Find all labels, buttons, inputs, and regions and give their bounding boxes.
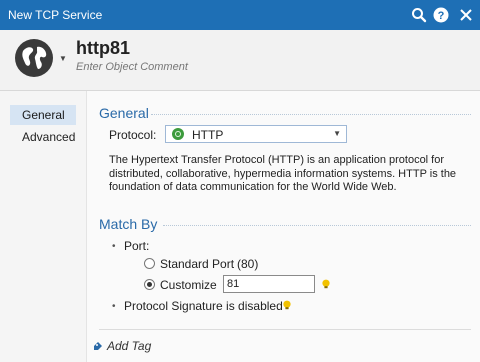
protocol-icon <box>172 128 184 140</box>
chevron-down-icon: ▼ <box>333 129 341 138</box>
section-divider <box>151 114 471 115</box>
lightbulb-icon[interactable] <box>282 300 292 310</box>
protocol-signature-status: Protocol Signature is disabled <box>124 299 283 313</box>
section-divider <box>163 225 471 226</box>
bullet-icon: • <box>112 241 116 252</box>
add-tag-link[interactable]: Add Tag <box>107 339 151 353</box>
title-bar: New TCP Service ? <box>0 0 480 30</box>
customize-port-input[interactable] <box>223 275 315 293</box>
search-icon[interactable] <box>410 6 428 24</box>
globe-icon[interactable] <box>14 38 54 78</box>
protocol-description: The Hypertext Transfer Protocol (HTTP) i… <box>109 154 457 193</box>
sidebar-item-advanced[interactable]: Advanced <box>10 127 76 147</box>
match-by-section-title: Match By <box>99 216 158 232</box>
customize-radio[interactable] <box>144 279 155 290</box>
customize-label[interactable]: Customize <box>160 278 217 292</box>
svg-text:?: ? <box>438 10 445 22</box>
object-header: ▼ http81 Enter Object Comment <box>0 30 480 91</box>
close-icon[interactable] <box>457 6 475 24</box>
content-panel: General Protocol: HTTP ▼ The Hypertext T… <box>86 91 480 362</box>
standard-port-radio[interactable] <box>144 258 155 269</box>
sidebar: General Advanced <box>0 91 86 362</box>
port-label: Port: <box>124 239 150 253</box>
section-divider <box>99 329 471 330</box>
window-title: New TCP Service <box>8 8 103 22</box>
help-icon[interactable]: ? <box>432 6 450 24</box>
protocol-label: Protocol: <box>109 128 157 142</box>
sidebar-item-general[interactable]: General <box>10 105 76 125</box>
lightbulb-icon[interactable] <box>321 279 331 289</box>
object-name[interactable]: http81 <box>76 38 130 59</box>
tag-icon[interactable] <box>93 341 103 351</box>
standard-port-label[interactable]: Standard Port <box>160 257 234 271</box>
bullet-icon: • <box>112 301 116 312</box>
chevron-down-icon[interactable]: ▼ <box>59 54 67 63</box>
general-section-title: General <box>99 105 149 121</box>
standard-port-value: (80) <box>237 257 259 271</box>
protocol-select[interactable]: HTTP ▼ <box>165 125 347 143</box>
protocol-value: HTTP <box>192 128 224 142</box>
object-comment-field[interactable]: Enter Object Comment <box>76 61 188 73</box>
